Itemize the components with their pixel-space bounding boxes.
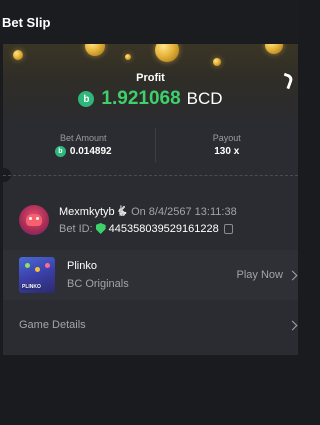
avatar[interactable] bbox=[19, 205, 49, 235]
bet-time: On 8/4/2567 13:11:38 bbox=[131, 205, 237, 218]
play-now-label: Play Now bbox=[236, 269, 283, 281]
chevron-right-icon bbox=[287, 270, 298, 280]
user-line: Mexmkytyb 🐇 On 8/4/2567 13:11:38 bbox=[59, 206, 237, 218]
thumb-dot-icon bbox=[45, 263, 50, 268]
chevron-right-icon bbox=[287, 320, 298, 330]
bet-slip-panel: Profit b 1.921068 BCD Bet Amount b 0.014… bbox=[0, 44, 298, 355]
game-row[interactable]: PLINKO Plinko BC Originals Play Now bbox=[3, 250, 298, 300]
bcd-coin-icon: b bbox=[78, 91, 95, 107]
bet-amount-block: Bet Amount b 0.014892 bbox=[12, 124, 155, 166]
payout-label: Payout bbox=[212, 133, 241, 143]
decor-coin-icon bbox=[13, 50, 23, 60]
play-now-button[interactable]: Play Now bbox=[237, 269, 298, 281]
bcd-coin-icon: b bbox=[54, 146, 66, 157]
profit-amount: b 1.921068 BCD bbox=[3, 88, 298, 110]
bet-amount-value: 0.014892 bbox=[69, 146, 112, 157]
profit-banner: Profit b 1.921068 BCD bbox=[3, 44, 298, 122]
bet-user-row: Mexmkytyb 🐇 On 8/4/2567 13:11:38 Bet ID:… bbox=[19, 200, 289, 240]
user-info: Mexmkytyb 🐇 On 8/4/2567 13:11:38 Bet ID:… bbox=[59, 206, 237, 235]
profit-currency: BCD bbox=[186, 89, 223, 108]
decor-coin-icon bbox=[85, 44, 105, 56]
avatar-face-icon bbox=[26, 214, 42, 226]
game-info: Plinko BC Originals bbox=[67, 260, 129, 290]
thumb-dot-icon bbox=[35, 267, 40, 272]
bet-amount-value-wrap: b 0.014892 bbox=[54, 146, 112, 157]
thumb-dot-icon bbox=[25, 263, 30, 268]
bet-id-line: Bet ID: 445358039529161228 bbox=[59, 223, 237, 235]
decor-coin-icon bbox=[155, 44, 179, 62]
payout-value: 130 x bbox=[214, 146, 240, 157]
thumb-text: PLINKO bbox=[21, 284, 42, 290]
user-badge-icon: 🐇 bbox=[115, 206, 129, 217]
username[interactable]: Mexmkytyb bbox=[59, 206, 115, 218]
game-name: Plinko bbox=[67, 260, 97, 272]
game-details-row[interactable]: Game Details bbox=[3, 310, 298, 340]
payout-block: Payout 130 x bbox=[156, 124, 299, 166]
decor-coin-icon bbox=[213, 58, 221, 66]
profit-value: 1.921068 bbox=[101, 88, 181, 109]
ticket-tear-line bbox=[3, 175, 298, 176]
decor-coin-icon bbox=[265, 44, 283, 54]
decor-coin-icon bbox=[125, 54, 131, 60]
bet-id-value: 445358039529161228 bbox=[108, 222, 219, 235]
bet-id-label: Bet ID: bbox=[59, 222, 93, 235]
verified-shield-icon bbox=[95, 223, 106, 234]
game-details-label: Game Details bbox=[19, 319, 86, 331]
page-title: Bet Slip bbox=[2, 14, 51, 30]
copy-icon[interactable] bbox=[223, 223, 233, 234]
game-provider: BC Originals bbox=[67, 278, 129, 290]
profit-label: Profit bbox=[136, 72, 165, 84]
bet-amounts: Bet Amount b 0.014892 Payout 130 x bbox=[12, 124, 298, 166]
bet-amount-label: Bet Amount bbox=[59, 133, 107, 143]
game-thumbnail: PLINKO bbox=[19, 257, 55, 293]
bet-slip-header: Bet Slip bbox=[0, 0, 298, 44]
